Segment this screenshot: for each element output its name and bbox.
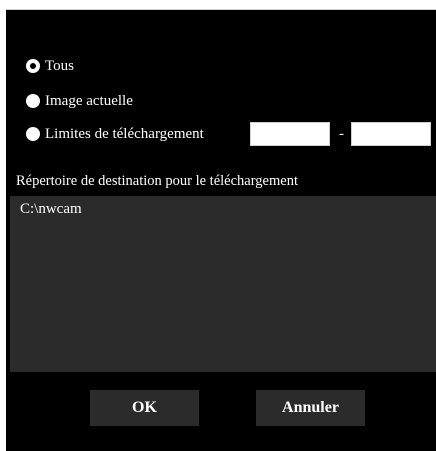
radio-label-download-limits: Limites de téléchargement [45,125,204,142]
radio-label-all: Tous [45,57,74,74]
download-dialog: Tous Image actuelle Limites de télécharg… [6,9,436,451]
range-to-input[interactable] [351,122,431,146]
range-from-input[interactable] [250,122,330,146]
radio-button-download-limits[interactable] [26,127,40,141]
radio-button-current-image[interactable] [26,94,40,108]
destination-path-field[interactable]: C:\nwcam [10,196,436,372]
radio-button-all[interactable] [26,59,40,73]
cancel-button[interactable]: Annuler [256,390,365,426]
radio-option-current-image[interactable]: Image actuelle [26,90,133,112]
destination-label: Répertoire de destination pour le téléch… [16,173,298,189]
radio-option-all[interactable]: Tous [26,55,74,77]
destination-path-text: C:\nwcam [20,201,82,217]
range-separator: - [339,126,344,142]
ok-button[interactable]: OK [90,390,199,426]
radio-option-download-limits[interactable]: Limites de téléchargement [26,123,204,145]
radio-label-current-image: Image actuelle [45,92,133,109]
